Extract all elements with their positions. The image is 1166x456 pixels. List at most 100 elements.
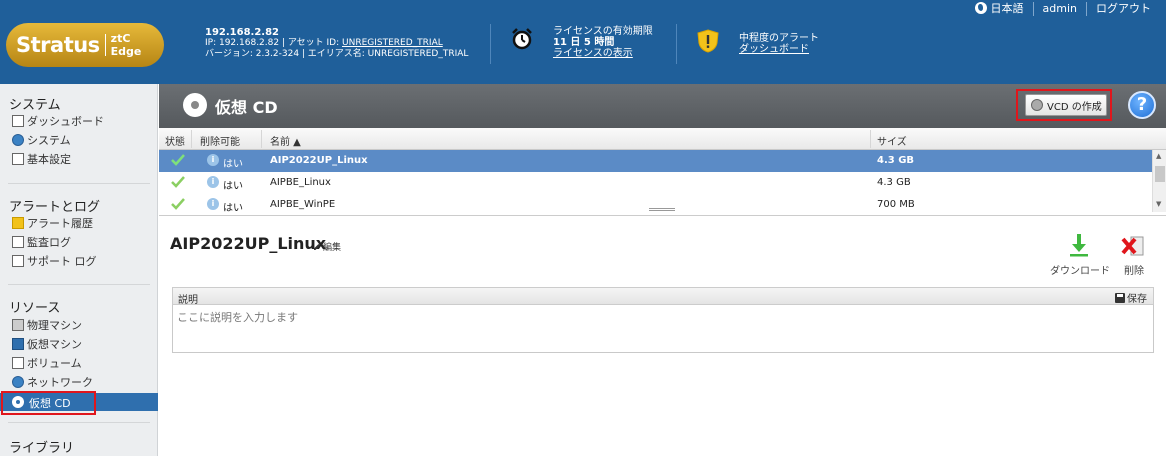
- sidebar-section-alerts: アラートとログ: [9, 200, 101, 215]
- sidebar-item-physical-machines[interactable]: 物理マシン: [12, 317, 82, 333]
- sidebar-divider: [8, 422, 150, 423]
- cell-size: 4.3 GB: [877, 177, 911, 188]
- logo-brand: Stratus: [16, 33, 100, 57]
- sidebar-section-library: ライブラリ: [9, 441, 75, 456]
- sidebar-item-support-log[interactable]: サポート ログ: [12, 253, 97, 269]
- description-field[interactable]: [172, 305, 1154, 353]
- sidebar-section-system: システム: [9, 98, 61, 113]
- system-icon: [12, 134, 24, 146]
- create-vcd-button[interactable]: VCD の作成: [1025, 94, 1107, 116]
- sidebar-divider: [8, 284, 150, 285]
- stratus-logo: Stratus ztC Edge: [6, 23, 164, 67]
- info-icon: i: [207, 198, 219, 210]
- language-selector[interactable]: 日本語: [966, 2, 1033, 16]
- support-log-icon: [12, 255, 24, 267]
- sidebar-item-virtual-machines[interactable]: 仮想マシン: [12, 336, 82, 352]
- alarm-clock-icon: [512, 28, 532, 50]
- sidebar-item-label: サポート ログ: [27, 255, 97, 268]
- column-header-deletable[interactable]: 削除可能: [200, 133, 240, 148]
- cell-name: AIPBE_Linux: [270, 177, 331, 188]
- calendar-icon: [12, 236, 24, 248]
- license-remaining: 11 日 5 時間: [553, 37, 615, 48]
- page-toolbar: 仮想 CD VCD の作成 ?: [159, 84, 1166, 128]
- column-header-status[interactable]: 状態: [165, 133, 185, 148]
- header-divider: [676, 24, 677, 64]
- table-row[interactable]: i はい AIP2022UP_Linux 4.3 GB: [159, 150, 1152, 172]
- logout-link[interactable]: ログアウト: [1087, 2, 1160, 16]
- table-row[interactable]: i はい AIPBE_Linux 4.3 GB: [159, 172, 1152, 194]
- delete-icon[interactable]: [1121, 234, 1145, 258]
- description-header: 説明 保存: [172, 287, 1154, 306]
- alert-title: 中程度のアラート: [739, 33, 819, 44]
- sidebar-item-label: システム: [27, 134, 71, 147]
- check-icon: [171, 176, 185, 188]
- sidebar-item-system[interactable]: システム: [12, 132, 71, 148]
- sidebar-item-volumes[interactable]: ボリューム: [12, 355, 82, 371]
- download-button-label[interactable]: ダウンロード: [1050, 262, 1110, 277]
- sidebar-item-dashboard[interactable]: ダッシュボード: [12, 113, 104, 129]
- info-icon: i: [207, 154, 219, 166]
- create-cd-icon: [1031, 99, 1043, 111]
- vm-icon: [12, 338, 24, 350]
- scroll-thumb[interactable]: [1155, 166, 1165, 182]
- column-header-name[interactable]: 名前 ▲: [270, 133, 301, 148]
- cell-deletable: はい: [223, 203, 243, 212]
- detail-title: AIP2022UP_Linux: [170, 234, 327, 253]
- scroll-down-icon[interactable]: ▼: [1156, 200, 1161, 208]
- sidebar-item-alert-history[interactable]: アラート履歴: [12, 215, 93, 231]
- info-icon: i: [207, 176, 219, 188]
- edit-label: 編集: [323, 243, 342, 253]
- sidebar-item-label: 物理マシン: [27, 319, 82, 332]
- cell-size: 700 MB: [877, 199, 915, 210]
- sidebar-section-resources: リソース: [9, 301, 61, 316]
- cell-deletable: はい: [223, 181, 243, 192]
- column-divider: [191, 130, 192, 148]
- sidebar-item-label: アラート履歴: [27, 217, 93, 230]
- help-button[interactable]: ?: [1128, 91, 1156, 119]
- server-icon: [12, 319, 24, 331]
- cell-size: 4.3 GB: [877, 155, 915, 166]
- resize-handle[interactable]: [649, 208, 675, 211]
- language-label: 日本語: [990, 2, 1024, 15]
- column-header-size[interactable]: サイズ: [877, 133, 907, 148]
- check-icon: [171, 198, 185, 210]
- check-icon: [171, 154, 185, 166]
- shield-alert-icon: [697, 29, 719, 53]
- alert-info: 中程度のアラート ダッシュボード: [739, 33, 819, 55]
- sidebar-item-networks[interactable]: ネットワーク: [12, 374, 93, 390]
- sidebar-item-label: ネットワーク: [27, 376, 93, 389]
- license-info: ライセンスの有効期限 11 日 5 時間 ライセンスの表示: [553, 26, 653, 59]
- sidebar-item-preferences[interactable]: 基本設定: [12, 151, 71, 167]
- sidebar-item-audit-log[interactable]: 監査ログ: [12, 234, 71, 250]
- cd-icon: [183, 93, 207, 117]
- table-scrollbar[interactable]: ▲ ▼: [1152, 150, 1166, 212]
- scroll-up-icon[interactable]: ▲: [1156, 152, 1161, 160]
- user-menu[interactable]: admin: [1034, 2, 1086, 16]
- save-button[interactable]: 保存: [1115, 290, 1147, 305]
- top-nav: 日本語 admin ログアウト: [966, 0, 1160, 18]
- sidebar-item-label: 監査ログ: [27, 236, 71, 249]
- asset-id-link[interactable]: UNREGISTERED_TRIAL: [342, 38, 443, 48]
- table-header: 状態 削除可能 名前 ▲ サイズ: [159, 128, 1166, 150]
- sidebar-item-label: 基本設定: [27, 153, 71, 166]
- sidebar-item-label: ダッシュボード: [27, 115, 104, 128]
- header-divider: [490, 24, 491, 64]
- license-view-link[interactable]: ライセンスの表示: [553, 48, 653, 59]
- save-label: 保存: [1127, 294, 1147, 305]
- cell-name: AIP2022UP_Linux: [270, 155, 368, 166]
- system-info: 192.168.2.82 IP: 192.168.2.82 | アセット ID:…: [205, 27, 468, 60]
- cell-name: AIPBE_WinPE: [270, 199, 336, 210]
- sidebar-item-label: 仮想マシン: [27, 338, 82, 351]
- edit-link[interactable]: 編集: [313, 240, 341, 253]
- volume-icon: [12, 357, 24, 369]
- download-icon[interactable]: [1069, 233, 1089, 257]
- delete-button-label[interactable]: 削除: [1124, 262, 1144, 277]
- system-ip-line: IP: 192.168.2.82 | アセット ID: UNREGISTERED…: [205, 38, 468, 49]
- network-globe-icon: [12, 376, 24, 388]
- create-vcd-label: VCD の作成: [1047, 101, 1102, 113]
- vcd-table: 状態 削除可能 名前 ▲ サイズ i はい AIP2022UP_Linux 4.…: [159, 128, 1166, 216]
- save-disk-icon: [1115, 292, 1125, 303]
- globe-icon: [974, 2, 987, 14]
- alert-dashboard-link[interactable]: ダッシュボード: [739, 44, 819, 55]
- info-icon: [12, 115, 24, 127]
